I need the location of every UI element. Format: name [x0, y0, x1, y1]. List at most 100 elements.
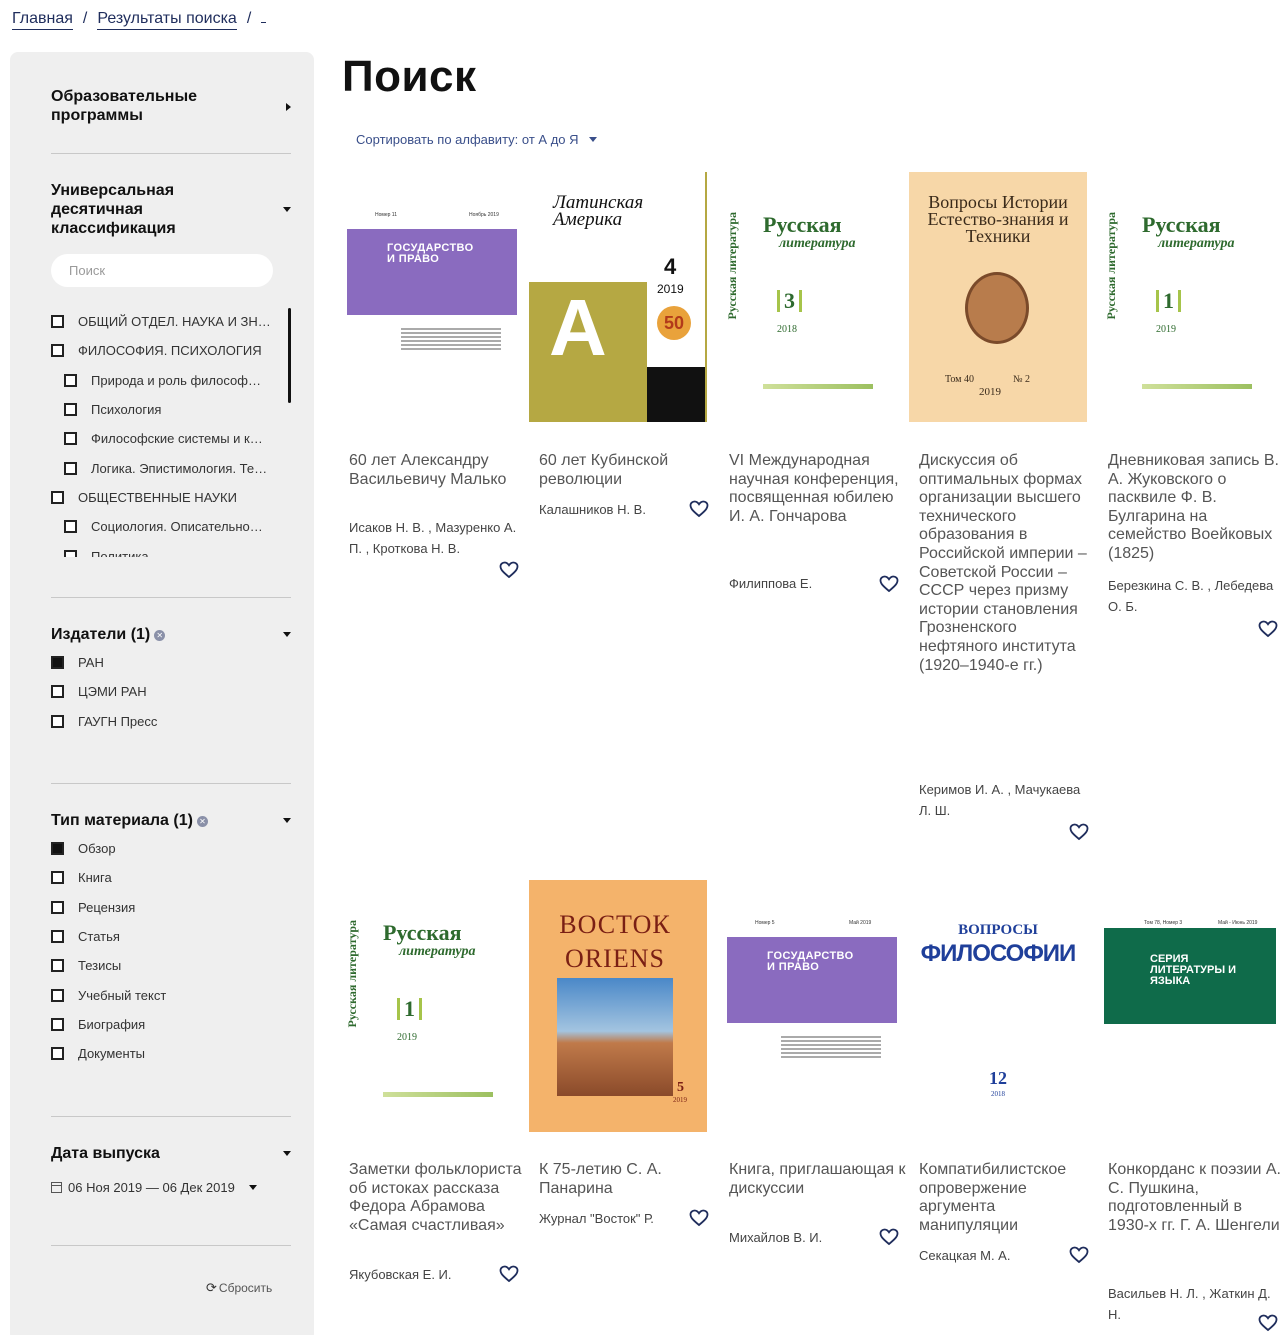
heart-icon[interactable]	[879, 575, 899, 593]
udk-toggle[interactable]: Универсальная десятичная классификация	[51, 181, 291, 238]
cover-text: 2019	[979, 386, 1001, 398]
cover-text: Май - Июнь 2019	[1218, 920, 1258, 926]
filter-checkbox[interactable]: Книга	[51, 863, 291, 892]
checkbox-icon[interactable]	[51, 315, 64, 329]
journal-cover-image[interactable]: Номер 11 Ноябрь 2019 ГОСУДАРСТВО И ПРАВО	[339, 172, 517, 422]
checkbox-icon[interactable]	[51, 714, 64, 728]
heart-icon[interactable]	[689, 1209, 709, 1227]
udk-list[interactable]: ОБЩИЙ ОТДЕЛ. НАУКА И ЗН… ФИЛОСОФИЯ. ПСИХО…	[51, 307, 291, 557]
breadcrumb-home-link[interactable]: Главная	[12, 10, 73, 30]
filter-checkbox[interactable]: Социология. Описательно…	[51, 512, 291, 541]
filter-checkbox[interactable]: Природа и роль философ…	[51, 366, 291, 395]
result-title-link[interactable]: Книга, приглашающая к дискуссии	[729, 1161, 907, 1198]
journal-cover-image[interactable]: Русская литература Русская литература 3 2018	[719, 172, 897, 422]
heart-icon[interactable]	[1069, 823, 1089, 841]
udk-scrollbar[interactable]	[288, 308, 291, 403]
result-title-link[interactable]: Компатибилистское опровержение аргумента…	[919, 1161, 1097, 1235]
heart-icon[interactable]	[879, 1228, 899, 1246]
journal-cover-image[interactable]: Том 78, Номер 3 Май - Июнь 2019 СЕРИЯ ЛИТЕ…	[1098, 880, 1276, 1132]
checkbox-icon[interactable]	[64, 432, 77, 446]
checkbox-icon[interactable]	[51, 1047, 64, 1061]
chevron-down-icon	[588, 137, 597, 142]
result-title-link[interactable]: 60 лет Александру Васильевичу Малько	[349, 452, 527, 489]
breadcrumb-results-link[interactable]: Результаты поиска	[97, 10, 237, 30]
filter-checkbox[interactable]: Тезисы	[51, 951, 291, 980]
result-title-link[interactable]: VI Международная научная конференция, по…	[729, 452, 907, 526]
checkbox-icon[interactable]	[64, 461, 77, 475]
filter-checkbox[interactable]: Биография	[51, 1010, 291, 1039]
heart-icon[interactable]	[499, 1265, 519, 1283]
reset-button[interactable]: ⟳ Сбросить	[206, 1280, 272, 1296]
checkbox-icon[interactable]	[51, 900, 64, 914]
filter-label: Статья	[78, 929, 120, 945]
result-title-link[interactable]: К 75-летию С. А. Панарина	[539, 1161, 717, 1198]
type-toggle[interactable]: Тип материала (1) ✕	[51, 811, 291, 830]
filter-checkbox[interactable]: Статья	[51, 922, 291, 951]
journal-cover-image[interactable]: ВОСТОК ORIENS 5 2019	[529, 880, 707, 1132]
chevron-down-icon	[248, 1185, 257, 1190]
checkbox-icon[interactable]	[51, 1017, 64, 1031]
checkbox-icon[interactable]	[64, 373, 77, 387]
heart-icon[interactable]	[689, 500, 709, 518]
checkbox-icon[interactable]	[64, 403, 77, 417]
close-circle-icon[interactable]: ✕	[196, 816, 208, 827]
publishers-toggle[interactable]: Издатели (1) ✕	[51, 625, 291, 644]
sort-dropdown[interactable]: Сортировать по алфавиту: от А до Я	[356, 132, 597, 147]
result-title-link[interactable]: Заметки фольклориста об истоках рассказа…	[349, 1161, 527, 1235]
result-title-link[interactable]: 60 лет Кубинской революции	[539, 452, 717, 489]
filter-checkbox[interactable]: Логика. Эпистимология. Те…	[51, 453, 291, 482]
checkbox-icon[interactable]	[51, 842, 64, 856]
filter-checkbox[interactable]: Учебный текст	[51, 980, 291, 1009]
filter-checkbox[interactable]: Философские системы и к…	[51, 424, 291, 453]
filter-checkbox[interactable]: Обзор	[51, 834, 291, 863]
cover-text: Русская литература	[1104, 212, 1118, 320]
journal-cover-image[interactable]: Русская литература Русская литература 1 2019	[1098, 172, 1276, 422]
result-title-link[interactable]: Дискуссия об оптимальных формах организа…	[919, 452, 1097, 675]
heart-icon[interactable]	[1258, 620, 1278, 638]
checkbox-icon[interactable]	[51, 930, 64, 944]
cover-text: Номер 5	[755, 920, 775, 926]
filter-checkbox[interactable]: ГАУГН Пресс	[51, 707, 291, 736]
journal-cover-image[interactable]: ВОПРОСЫ ФИЛОСОФИИ 12 2018	[909, 880, 1087, 1132]
journal-cover-image[interactable]: Вопросы Истории Естество-знания и Техник…	[909, 172, 1087, 422]
filter-checkbox[interactable]: РАН	[51, 648, 291, 677]
journal-cover-image[interactable]: Латинская Америка 4 2019 50 A	[529, 172, 707, 422]
checkbox-icon[interactable]	[64, 549, 77, 557]
checkbox-icon[interactable]	[51, 685, 64, 699]
filter-checkbox[interactable]: Документы	[51, 1039, 291, 1068]
filter-checkbox[interactable]: ФИЛОСОФИЯ. ПСИХОЛОГИЯ	[51, 336, 291, 365]
journal-cover-image[interactable]: Номер 5 Май 2019 ГОСУДАРСТВО И ПРАВО	[719, 880, 897, 1132]
result-authors: Филиппова Е.	[729, 576, 813, 591]
heart-icon[interactable]	[1258, 1314, 1278, 1332]
filter-checkbox[interactable]: Рецензия	[51, 893, 291, 922]
checkbox-icon[interactable]	[51, 988, 64, 1002]
filter-checkbox[interactable]: Политика	[51, 541, 291, 557]
checkbox-icon[interactable]	[51, 959, 64, 973]
checkbox-icon[interactable]	[51, 871, 64, 885]
result-title-link[interactable]: Конкорданс к поэзии А. С. Пушкина, подго…	[1108, 1161, 1284, 1235]
cover-text: Русская литература	[345, 920, 359, 1028]
edu-programs-toggle[interactable]: Образовательные программы	[51, 87, 291, 125]
checkbox-icon[interactable]	[51, 656, 64, 670]
close-circle-icon[interactable]: ✕	[154, 630, 166, 641]
filter-checkbox[interactable]: ОБЩЕСТВЕННЫЕ НАУКИ	[51, 483, 291, 512]
cover-text: Ноябрь 2019	[469, 212, 499, 218]
checkbox-icon[interactable]	[64, 520, 77, 534]
filter-checkbox[interactable]: Психология	[51, 395, 291, 424]
udk-search-input[interactable]	[51, 254, 273, 287]
cover-text: 2018	[991, 1090, 1005, 1098]
checkbox-icon[interactable]	[51, 490, 64, 504]
heart-icon[interactable]	[499, 561, 519, 579]
checkbox-icon[interactable]	[51, 344, 64, 358]
cover-text: ORIENS	[565, 944, 665, 973]
heart-icon[interactable]	[1069, 1246, 1089, 1264]
cover-line	[401, 336, 501, 338]
breadcrumb: Главная / Результаты поиска /	[12, 9, 267, 30]
result-title-link[interactable]: Дневниковая запись В. А. Жуковского о па…	[1108, 452, 1284, 564]
filter-checkbox[interactable]: ЦЭМИ РАН	[51, 677, 291, 706]
filter-checkbox[interactable]: ОБЩИЙ ОТДЕЛ. НАУКА И ЗН…	[51, 307, 291, 336]
filter-label: Тезисы	[78, 958, 122, 974]
date-toggle[interactable]: Дата выпуска	[51, 1144, 291, 1163]
date-range-picker[interactable]: 06 Ноя 2019 — 06 Дек 2019	[51, 1180, 257, 1195]
journal-cover-image[interactable]: Русская литература Русская литература 1 2019	[339, 880, 517, 1132]
